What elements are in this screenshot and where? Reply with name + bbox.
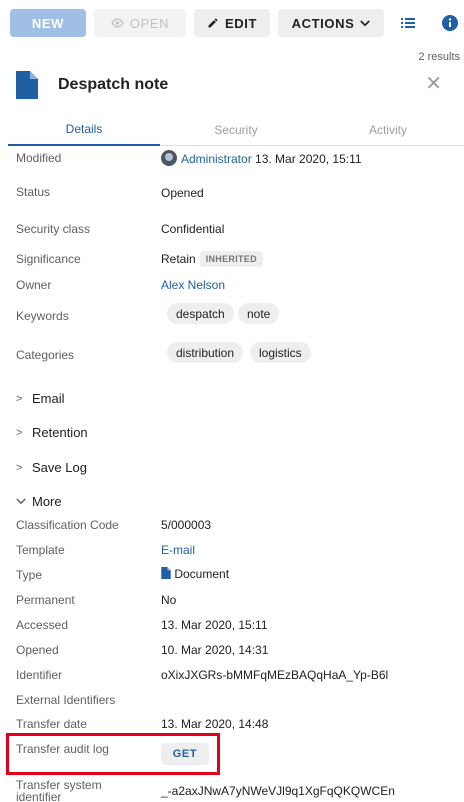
tab-details[interactable]: Details <box>8 114 160 146</box>
identifier-label: Identifier <box>16 668 63 682</box>
template-label: Template <box>16 543 65 557</box>
document-title: Despatch note <box>58 76 169 93</box>
modified-label: Modified <box>16 151 62 165</box>
section-email[interactable]: > Email <box>16 391 65 406</box>
edit-button-label: EDIT <box>224 15 257 31</box>
security-class-label: Security class <box>16 222 91 236</box>
keyword-chip[interactable]: note <box>238 303 280 324</box>
accessed-label: Accessed <box>16 618 69 632</box>
pencil-icon <box>208 18 218 28</box>
edit-button[interactable]: EDIT <box>194 9 270 37</box>
section-retention[interactable]: > Retention <box>16 425 88 440</box>
open-button[interactable]: OPEN <box>94 9 186 37</box>
transfer-system-identifier-label: Transfer system identifier <box>16 779 102 802</box>
transfer-system-identifier-value: _-a2axJNwA7yNWeVJl9q1XgFqQKQWCEn <box>161 784 395 798</box>
transfer-date-value: 13. Mar 2020, 14:48 <box>161 717 269 731</box>
new-button-label: NEW <box>31 15 65 31</box>
info-icon <box>442 15 458 31</box>
section-save-log[interactable]: > Save Log <box>16 460 87 475</box>
chevron-down-icon <box>360 19 371 26</box>
chevron-right-icon: > <box>16 426 23 439</box>
template-link[interactable]: E-mail <box>161 543 195 557</box>
status-value: Opened <box>161 186 204 200</box>
list-view-button[interactable] <box>394 9 422 37</box>
owner-label: Owner <box>16 278 52 292</box>
security-class-value: Confidential <box>161 222 225 236</box>
info-button[interactable] <box>436 9 464 37</box>
significance-label: Significance <box>16 252 81 266</box>
external-identifiers-label: External Identifiers <box>16 693 116 707</box>
document-header: Despatch note ✕ <box>16 68 448 102</box>
owner-link[interactable]: Alex Nelson <box>161 278 225 292</box>
classification-code-label: Classification Code <box>16 518 119 532</box>
significance-value: Retain INHERITED <box>161 251 263 267</box>
tab-security[interactable]: Security <box>160 114 312 146</box>
actions-button[interactable]: ACTIONS <box>278 9 384 37</box>
accessed-value: 13. Mar 2020, 15:11 <box>161 618 268 632</box>
tab-activity[interactable]: Activity <box>312 114 464 146</box>
opened-value: 10. Mar 2020, 14:31 <box>161 643 269 657</box>
section-more[interactable]: More <box>16 494 62 509</box>
identifier-value: oXixJXGRs-bMMFqMEzBAQqHaA_Yp-B6l <box>161 668 389 682</box>
chevron-down-icon <box>16 496 32 508</box>
section-more-label: More <box>32 494 62 509</box>
category-chip[interactable]: distribution <box>167 342 244 363</box>
tab-bar: Details Security Activity <box>8 114 464 146</box>
permanent-label: Permanent <box>16 593 75 607</box>
type-label: Type <box>16 568 43 582</box>
close-icon[interactable]: ✕ <box>425 74 442 94</box>
transfer-date-label: Transfer date <box>16 717 87 731</box>
section-retention-label: Retention <box>32 425 88 440</box>
opened-label: Opened <box>16 643 59 657</box>
section-email-label: Email <box>32 391 65 406</box>
modified-user-link[interactable]: Administrator <box>181 152 252 166</box>
significance-text: Retain <box>161 252 196 266</box>
document-icon <box>161 567 171 579</box>
categories-label: Categories <box>16 348 75 362</box>
highlight-box <box>6 733 220 775</box>
new-button[interactable]: NEW <box>10 9 86 37</box>
inherited-badge: INHERITED <box>199 251 263 267</box>
category-chip[interactable]: logistics <box>250 342 311 363</box>
actions-button-label: ACTIONS <box>291 15 355 31</box>
type-value: Document <box>161 567 229 581</box>
chevron-down-svg <box>16 497 26 504</box>
transfer-system-identifier-label-line2: identifier <box>16 790 62 802</box>
section-save-log-label: Save Log <box>32 460 87 475</box>
chevron-right-icon: > <box>16 461 23 474</box>
status-label: Status <box>16 185 51 199</box>
classification-code-value: 5/000003 <box>161 518 212 532</box>
document-icon <box>16 71 38 99</box>
results-count: 2 results <box>418 51 460 63</box>
permanent-value: No <box>161 593 177 607</box>
modified-date: 13. Mar 2020, 15:11 <box>255 152 362 166</box>
keyword-chip[interactable]: despatch <box>167 303 234 324</box>
keywords-label: Keywords <box>16 309 69 323</box>
list-icon <box>401 18 415 28</box>
eye-icon <box>111 18 124 28</box>
chevron-right-icon: > <box>16 392 23 405</box>
toolbar: NEW OPEN EDIT ACTIONS 2 results <box>10 9 464 63</box>
open-button-label: OPEN <box>129 15 170 31</box>
type-text: Document <box>174 567 230 581</box>
modified-value: Administrator 13. Mar 2020, 15:11 <box>161 150 362 166</box>
avatar <box>161 150 177 166</box>
